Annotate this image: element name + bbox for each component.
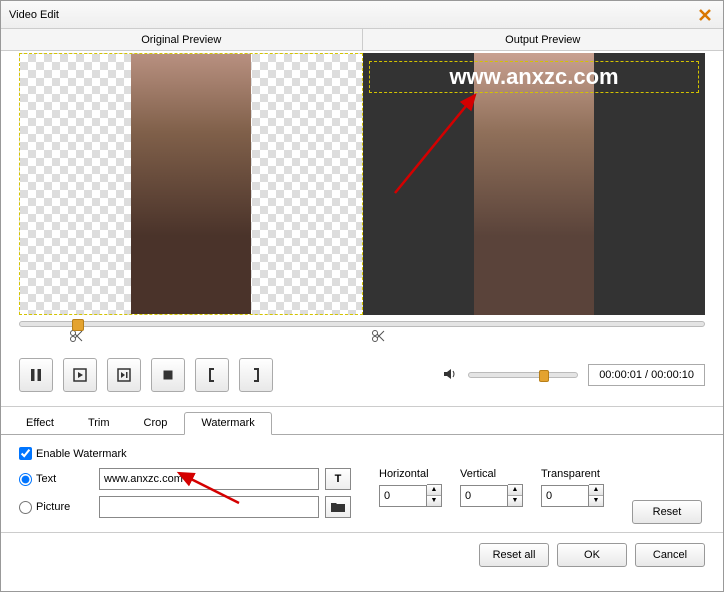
vertical-input[interactable] xyxy=(460,485,508,507)
tab-trim[interactable]: Trim xyxy=(71,412,127,435)
window-title: Video Edit xyxy=(9,9,59,21)
stop-button[interactable] xyxy=(151,358,185,392)
tab-effect[interactable]: Effect xyxy=(9,412,71,435)
output-preview[interactable]: www.anxzc.com xyxy=(363,53,705,315)
timeline xyxy=(1,315,723,348)
reset-all-button[interactable]: Reset all xyxy=(479,543,549,567)
dialog-footer: Reset all OK Cancel xyxy=(1,533,723,577)
volume-thumb[interactable] xyxy=(539,370,549,382)
original-preview[interactable] xyxy=(19,53,363,315)
text-format-icon: T xyxy=(335,473,342,485)
ok-button[interactable]: OK xyxy=(557,543,627,567)
cut-end-icon[interactable] xyxy=(371,329,385,346)
folder-icon xyxy=(330,501,346,513)
playback-controls: 00:00:01 / 00:00:10 xyxy=(1,348,723,407)
text-radio[interactable] xyxy=(19,473,32,486)
play-button[interactable] xyxy=(63,358,97,392)
transparent-label: Transparent xyxy=(541,468,604,480)
horizontal-input[interactable] xyxy=(379,485,427,507)
transparent-up[interactable]: ▲ xyxy=(589,485,603,496)
horizontal-down[interactable]: ▼ xyxy=(427,496,441,507)
bracket-left-icon xyxy=(203,366,221,384)
tab-crop[interactable]: Crop xyxy=(127,412,185,435)
preview-area: www.anxzc.com xyxy=(1,51,723,315)
font-button[interactable]: T xyxy=(325,468,351,490)
transparent-input[interactable] xyxy=(541,485,589,507)
enable-watermark-checkbox[interactable] xyxy=(19,447,32,460)
horizontal-spinner[interactable]: ▲▼ xyxy=(379,484,442,507)
preview-headers: Original Preview Output Preview xyxy=(1,29,723,51)
pause-button[interactable] xyxy=(19,358,53,392)
bracket-right-icon xyxy=(247,366,265,384)
picture-radio-label[interactable]: Picture xyxy=(19,501,93,514)
transparent-spinner[interactable]: ▲▼ xyxy=(541,484,604,507)
stop-icon xyxy=(159,366,177,384)
watermark-overlay[interactable]: www.anxzc.com xyxy=(369,61,699,93)
enable-watermark-label: Enable Watermark xyxy=(36,448,127,460)
close-button[interactable] xyxy=(695,5,715,25)
reset-button[interactable]: Reset xyxy=(632,500,702,524)
text-radio-label[interactable]: Text xyxy=(19,473,93,486)
volume-icon[interactable] xyxy=(442,366,458,385)
bracket-start-button[interactable] xyxy=(195,358,229,392)
time-display: 00:00:01 / 00:00:10 xyxy=(588,364,705,386)
watermark-panel: Enable Watermark Text T Picture Ho xyxy=(1,435,723,533)
watermark-text-input[interactable] xyxy=(99,468,319,490)
tab-watermark[interactable]: Watermark xyxy=(184,412,271,435)
timeline-track[interactable] xyxy=(19,321,705,327)
original-preview-header: Original Preview xyxy=(1,29,363,50)
vertical-up[interactable]: ▲ xyxy=(508,485,522,496)
cancel-button[interactable]: Cancel xyxy=(635,543,705,567)
close-icon xyxy=(698,8,712,22)
transparent-down[interactable]: ▼ xyxy=(589,496,603,507)
bracket-end-button[interactable] xyxy=(239,358,273,392)
step-forward-icon xyxy=(115,366,133,384)
picture-radio[interactable] xyxy=(19,501,32,514)
vertical-label: Vertical xyxy=(460,468,523,480)
play-icon xyxy=(71,366,89,384)
pause-icon xyxy=(27,366,45,384)
vertical-down[interactable]: ▼ xyxy=(508,496,522,507)
watermark-position-group: Horizontal ▲▼ Vertical ▲▼ Transparent ▲▼ xyxy=(379,468,604,507)
output-preview-header: Output Preview xyxy=(363,29,724,50)
volume-slider[interactable] xyxy=(468,372,578,378)
cut-start-icon[interactable] xyxy=(69,329,83,346)
browse-button[interactable] xyxy=(325,496,351,518)
vertical-spinner[interactable]: ▲▼ xyxy=(460,484,523,507)
horizontal-label: Horizontal xyxy=(379,468,442,480)
watermark-picture-input[interactable] xyxy=(99,496,319,518)
video-frame-original xyxy=(131,54,251,314)
timeline-thumb-start[interactable] xyxy=(72,319,84,331)
next-frame-button[interactable] xyxy=(107,358,141,392)
titlebar: Video Edit xyxy=(1,1,723,29)
horizontal-up[interactable]: ▲ xyxy=(427,485,441,496)
tab-bar: Effect Trim Crop Watermark xyxy=(1,411,723,435)
watermark-source-group: Text T Picture xyxy=(19,468,351,524)
